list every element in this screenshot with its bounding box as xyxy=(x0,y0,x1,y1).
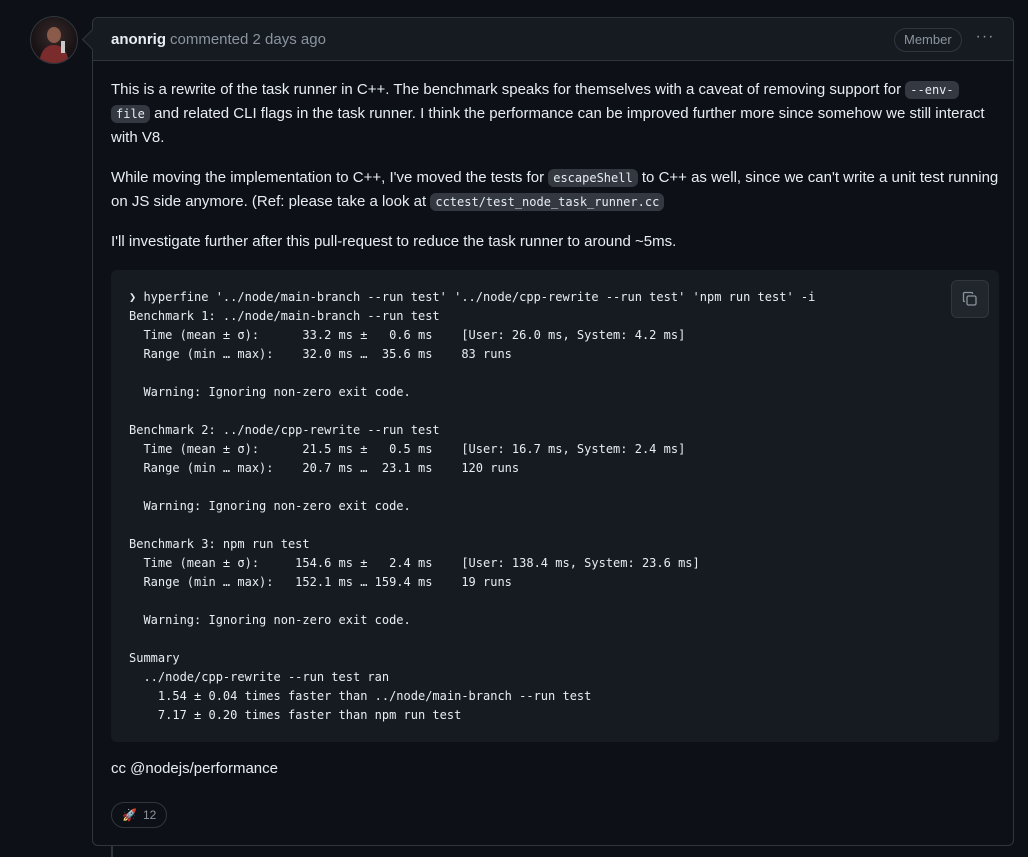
copy-icon xyxy=(962,291,977,306)
reaction-count: 12 xyxy=(142,808,157,822)
avatar[interactable] xyxy=(30,16,78,64)
paragraph-1: This is a rewrite of the task runner in … xyxy=(111,78,999,150)
comment-box: anonrig commented 2 days ago Member ··· … xyxy=(92,17,1014,846)
code-block: ❯ hyperfine '../node/main-branch --run t… xyxy=(111,270,999,742)
paragraph-text: While moving the implementation to C++, … xyxy=(111,169,549,186)
inline-code-env-file: file xyxy=(111,105,150,123)
inline-code-env: --env- xyxy=(905,81,959,99)
paragraph-text: and related CLI flags in the task runner… xyxy=(111,105,985,146)
paragraph-2: While moving the implementation to C++, … xyxy=(111,166,999,214)
inline-code-escapeshell: escapeShell xyxy=(548,169,638,187)
cc-mention: cc @nodejs/performance xyxy=(111,760,278,777)
member-badge: Member xyxy=(894,28,962,52)
more-options-icon[interactable]: ··· xyxy=(974,29,996,48)
comment-header: anonrig commented 2 days ago Member ··· xyxy=(93,18,1013,61)
rocket-reaction-button[interactable]: 🚀 12 xyxy=(111,802,168,828)
paragraph-text: This is a rewrite of the task runner in … xyxy=(111,81,906,98)
author-link[interactable]: anonrig xyxy=(111,31,166,48)
inline-code-cctest-path: cctest/test_node_task_runner.cc xyxy=(430,193,665,211)
comment-body: This is a rewrite of the task runner in … xyxy=(111,78,999,270)
paragraph-3: I'll investigate further after this pull… xyxy=(111,233,677,250)
copy-button[interactable] xyxy=(951,280,989,318)
comment-timestamp[interactable]: commented 2 days ago xyxy=(170,31,326,48)
benchmark-output: ❯ hyperfine '../node/main-branch --run t… xyxy=(129,290,816,722)
timeline-line xyxy=(111,845,113,857)
rocket-icon: 🚀 xyxy=(122,808,137,822)
